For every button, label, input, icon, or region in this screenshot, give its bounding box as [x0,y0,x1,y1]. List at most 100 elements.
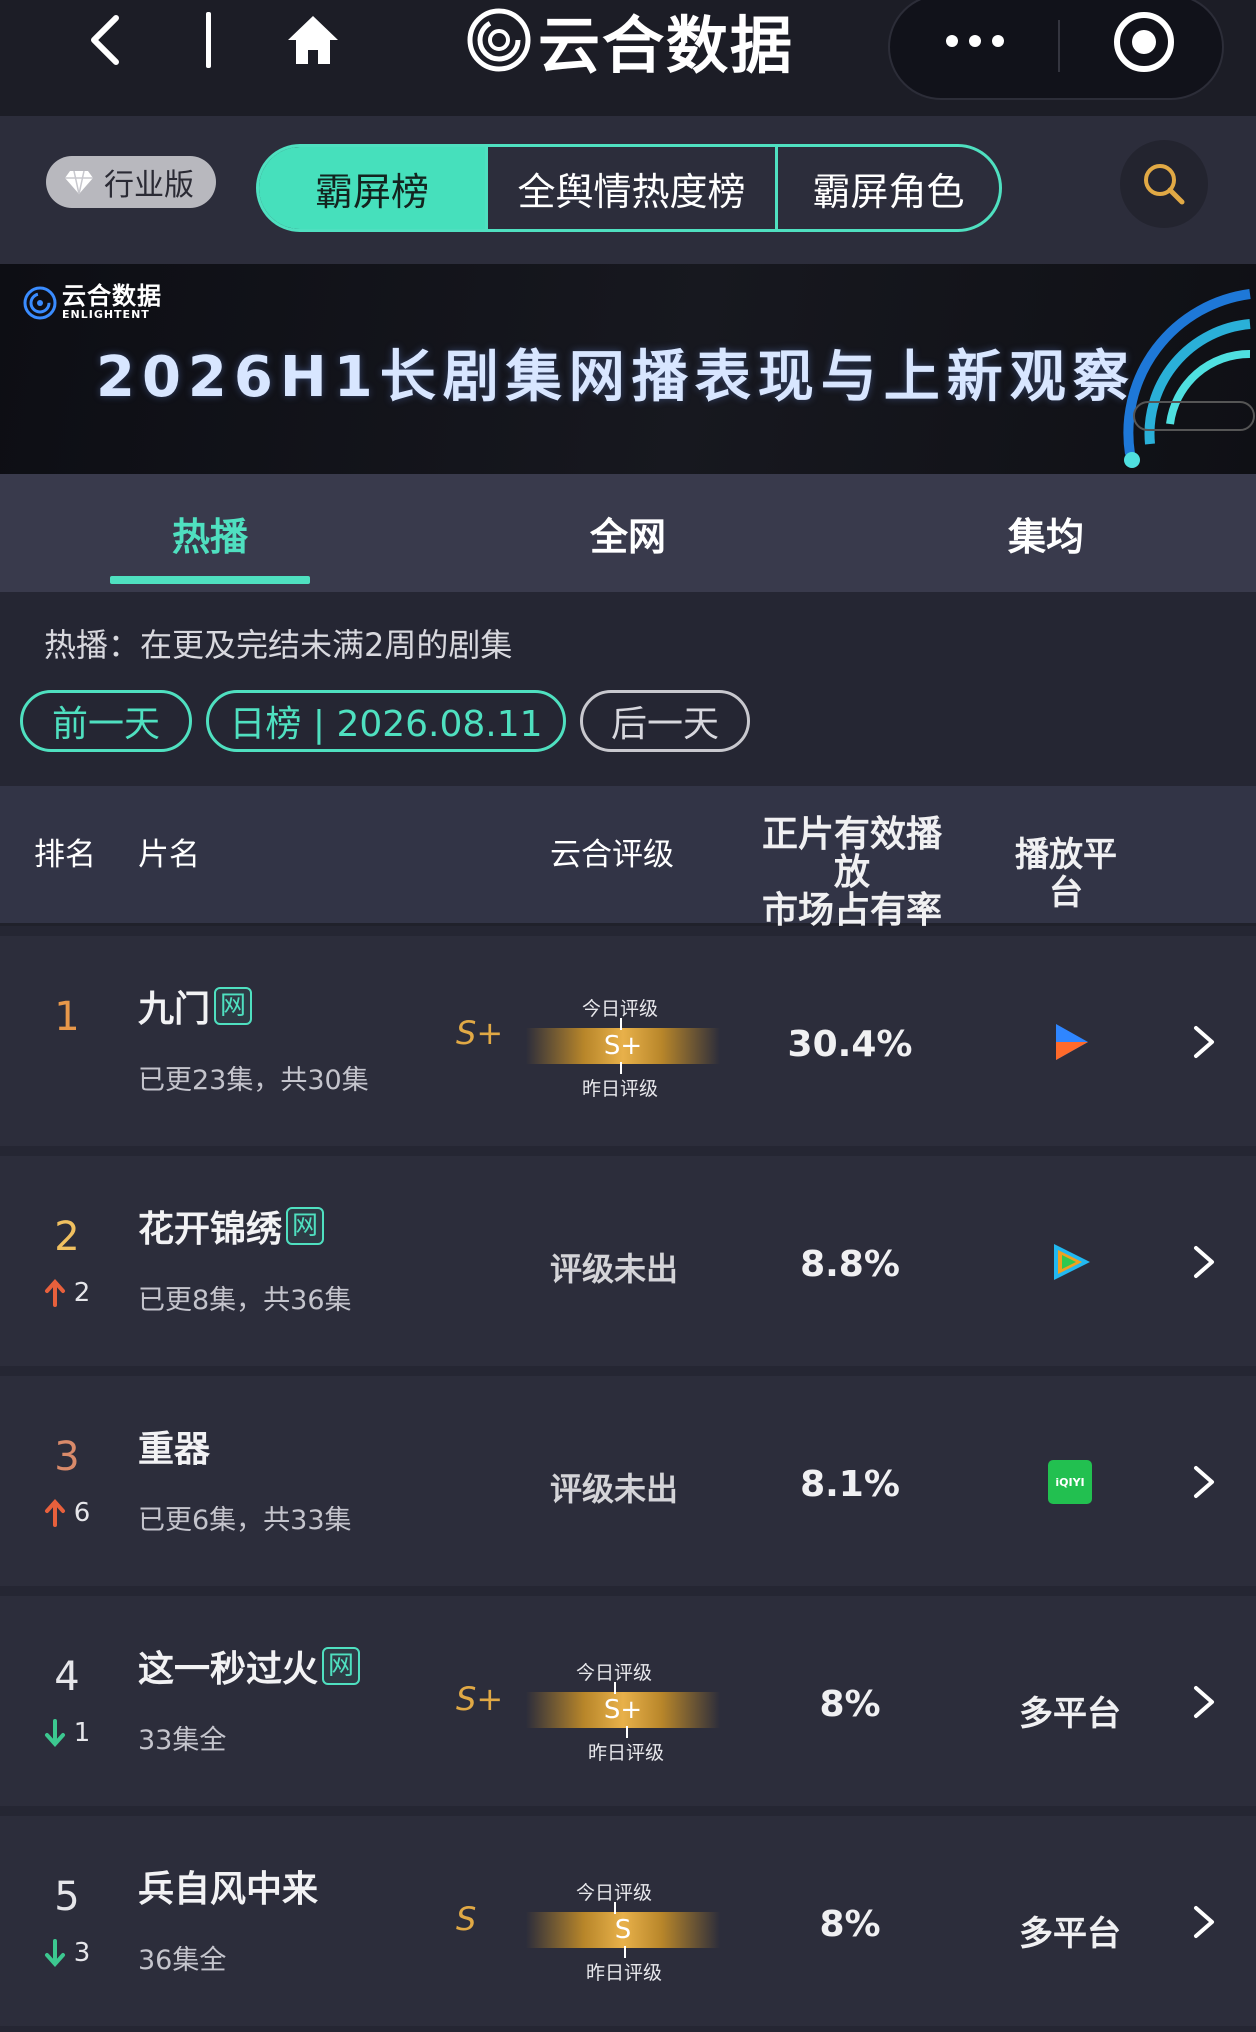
platform-text: 多平台 [1019,1914,1121,1954]
yesterday-marker [620,1062,622,1074]
iqiyi-icon: iQIYI [1048,1460,1092,1504]
industry-version-badge[interactable]: 行业版 [46,156,216,208]
yesterday-rating-label: 昨日评级 [585,1962,662,1984]
table-row[interactable]: 1 九门 网 已更23集，共30集 S+ 今日评级 S+ 昨日评级 30.4% [0,936,1256,1146]
rank-number: 3 [54,1434,80,1480]
previous-day-button[interactable]: 前一天 [20,690,192,752]
chevron-right-icon[interactable] [1192,1244,1216,1280]
arrow-down-icon [44,1719,65,1747]
mini-program-capsule [888,0,1224,100]
rank-number: 2 [54,1214,80,1260]
rank-change: 6 [36,1498,98,1528]
episode-status: 36集全 [138,1945,227,1976]
rating-not-available: 评级未出 [550,1250,679,1288]
header-platform: 播放平台 [1015,835,1117,913]
youku-icon [1056,1024,1088,1060]
yesterday-rating-label: 昨日评级 [587,1742,664,1764]
episode-status: 33集全 [138,1725,227,1756]
chevron-right-icon[interactable] [1192,1904,1216,1940]
header-rating: 云合评级 [550,837,674,873]
drama-title: 这一秒过火 网 [138,1640,361,1692]
drama-title-text: 重器 [138,1429,211,1470]
back-arrow-icon[interactable] [82,12,130,68]
header-rank: 排名 [34,837,96,873]
chevron-right-icon[interactable] [1192,1024,1216,1060]
market-share: 8% [819,1904,881,1945]
drama-title-text: 花开锦绣 [138,1209,283,1250]
tab-hot[interactable]: 热播 [110,474,310,592]
rating-bar: S [526,1902,720,1958]
banner-logo-en: ENLIGHTENT [62,308,150,321]
web-drama-tag: 网 [286,1207,325,1245]
arrow-down-icon [44,1939,65,1967]
web-drama-tag: 网 [322,1647,361,1685]
active-tab-indicator [110,576,310,584]
ranking-segment-control: 霸屏榜 全舆情热度榜 霸屏角色 [256,144,1002,232]
banner-arc-decoration [1123,289,1255,468]
rating-bar: S+ [526,1682,720,1738]
rating-grade: S [456,1900,477,1938]
ranking-description: 热播：在更及完结未满2周的剧集 [44,626,513,664]
today-rating-label: 今日评级 [575,1882,652,1904]
diamond-icon [65,170,93,195]
platform-text: 多平台 [1019,1694,1121,1734]
drama-title: 兵自风中来 [138,1860,318,1912]
rating-bar: S+ [526,1018,720,1074]
header-market-share: 正片有效播放 市场占有率 [752,816,952,930]
ranking-tabs: 热播 全网 集均 [0,474,1256,592]
segment-bapingbang[interactable]: 霸屏榜 [259,147,485,229]
rating-bar-grade: S [614,1915,632,1945]
table-row[interactable]: 3 6 重器 已更6集，共33集 评级未出 8.1% iQIYI [0,1376,1256,1586]
web-drama-tag: 网 [214,987,253,1025]
chevron-right-icon[interactable] [1192,1684,1216,1720]
market-share: 8% [819,1684,881,1725]
segment-baping-role[interactable]: 霸屏角色 [775,147,999,229]
more-options-icon[interactable] [940,26,1010,56]
drama-title-text: 这一秒过火 [138,1649,319,1690]
episode-status: 已更23集，共30集 [138,1065,369,1096]
next-day-button[interactable]: 后一天 [580,690,750,752]
drama-title-text: 九门 [138,989,211,1030]
market-share: 8.1% [800,1464,900,1505]
yunhe-logo-icon [467,8,531,72]
today-marker [620,1018,622,1030]
home-icon[interactable] [284,12,342,68]
app-title: 云合数据 [466,2,794,82]
rank-change: 3 [36,1938,98,1968]
app-title-text: 云合数据 [538,9,795,82]
yesterday-rating-label: 昨日评级 [581,1078,658,1100]
chevron-right-icon[interactable] [1192,1464,1216,1500]
promo-banner[interactable]: 云合数据 ENLIGHTENT 2026H1长剧集网播表现与上新观察 [0,264,1256,474]
today-marker [614,1902,616,1914]
table-row[interactable]: 5 3 兵自风中来 36集全 S 今日评级 S 昨日评级 8% 多平台 [0,1816,1256,2026]
date-selector[interactable]: 日榜 | 2026.08.11 [206,690,566,752]
arrow-up-icon [44,1279,65,1307]
arrow-up-icon [44,1499,65,1527]
banner-title: 2026H1长剧集网播表现与上新观察 [96,345,1136,410]
rank-number: 1 [54,994,80,1040]
capsule-divider [1058,20,1060,72]
rank-number: 5 [54,1874,80,1920]
drama-title: 九门 网 [138,980,253,1032]
drama-title: 重器 [138,1420,210,1472]
tab-all-network[interactable]: 全网 [528,474,728,592]
table-row[interactable]: 4 1 这一秒过火 网 33集全 S+ 今日评级 S+ 昨日评级 8% 多平台 [0,1596,1256,1806]
header-title: 片名 [138,837,200,873]
rank-change-value: 2 [73,1278,91,1308]
table-header: 排名 片名 云合评级 正片有效播放 市场占有率 播放平台 [0,786,1256,930]
drama-title: 花开锦绣 网 [138,1200,325,1252]
segment-quanyuqing[interactable]: 全舆情热度榜 [485,147,775,229]
yesterday-marker [624,1946,626,1958]
rank-change-value: 3 [73,1938,91,1968]
rating-not-available: 评级未出 [550,1470,679,1508]
today-marker [614,1682,616,1694]
rank-change-value: 6 [73,1498,91,1528]
tab-per-episode[interactable]: 集均 [946,474,1146,592]
header-market-share-line1: 正片有效播放 [761,814,942,893]
banner-logo: 云合数据 ENLIGHTENT [22,284,162,321]
search-button[interactable] [1120,140,1208,228]
close-mini-program-icon[interactable] [1112,10,1176,74]
rank-change: 2 [36,1278,98,1308]
table-row[interactable]: 2 2 花开锦绣 网 已更8集，共36集 评级未出 8.8% [0,1156,1256,1366]
rank-number: 4 [54,1654,80,1700]
